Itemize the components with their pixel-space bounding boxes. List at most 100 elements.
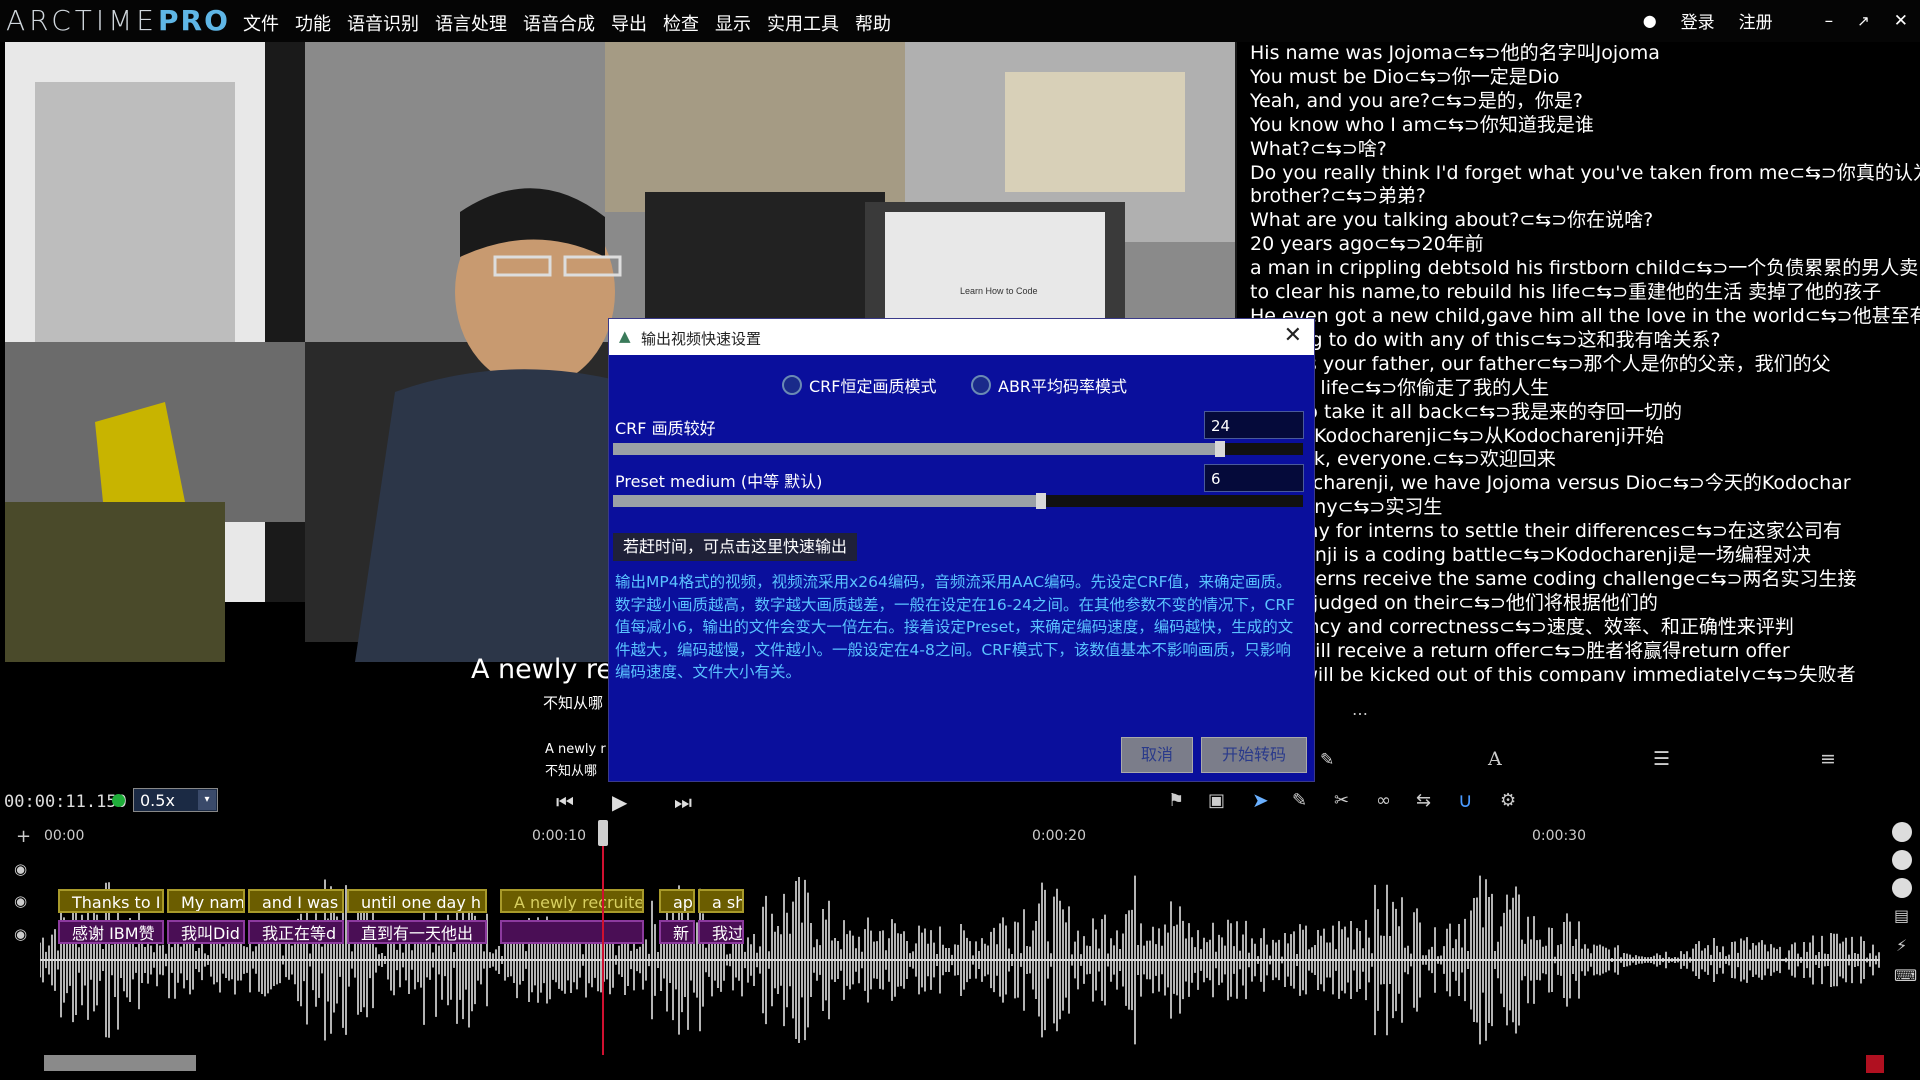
close-icon[interactable]: ✕ [1284, 323, 1302, 348]
subtitle-list-item[interactable]: ole my life⊂⇆⊃你偷走了我的人生 [1250, 377, 1920, 401]
segment-en[interactable]: Thanks to I [58, 889, 164, 913]
keyboard-icon[interactable]: ⌨ [1894, 966, 1917, 985]
subtitle-list-item[interactable]: efficiency and correctness⊂⇆⊃速度、效率、和正确性来… [1250, 616, 1920, 640]
radio-crf[interactable] [782, 375, 802, 395]
menu-speech-recognition[interactable]: 语音识别 [347, 10, 419, 36]
subtitle-list-item[interactable]: You must be Dio⊂⇆⊃你一定是Dio [1250, 66, 1920, 90]
edit-icon[interactable]: ✎ [1292, 790, 1307, 811]
segment-zh[interactable]: 新 [659, 920, 695, 944]
playhead-handle[interactable] [598, 820, 608, 846]
zoom-in-icon[interactable] [1892, 822, 1912, 842]
radio-crf-label[interactable]: CRF恒定画质模式 [809, 373, 937, 397]
menu-speech-synthesis[interactable]: 语音合成 [523, 10, 595, 36]
preset-slider-thumb[interactable] [1036, 493, 1046, 509]
menu-check[interactable]: 检查 [663, 10, 699, 36]
start-transcode-button[interactable]: 开始转码 [1201, 737, 1307, 773]
subtitle-list-item[interactable]: an was your father, our father⊂⇆⊃那个人是你的父… [1250, 353, 1920, 377]
subtitle-list-item[interactable]: You know who I am⊂⇆⊃你知道我是谁 [1250, 114, 1920, 138]
radio-abr-label[interactable]: ABR平均码率模式 [998, 373, 1127, 397]
more-icon[interactable]: … [1352, 700, 1368, 719]
crf-value-input[interactable]: 24 [1204, 411, 1304, 439]
segment-en[interactable]: a sh [698, 889, 744, 913]
bookmark-icon[interactable]: ⚑ [1168, 790, 1184, 811]
eye-icon[interactable]: ◉ [14, 860, 27, 878]
segment-zh[interactable]: 我过 [698, 920, 744, 944]
waveform-icon[interactable]: ▤ [1894, 906, 1909, 925]
register-link[interactable]: 注册 [1739, 8, 1773, 33]
segment-en[interactable]: and I was [248, 889, 344, 913]
settings-sliders-icon[interactable]: ≡ [1820, 748, 1836, 770]
close-window-icon[interactable]: ✕ [1894, 11, 1908, 31]
menu-file[interactable]: 文件 [243, 10, 279, 36]
zoom-out-icon[interactable] [1892, 850, 1912, 870]
subtitle-list-item[interactable]: ne back, everyone.⊂⇆⊃欢迎回来 [1250, 448, 1920, 472]
segment-en[interactable]: My nam [167, 889, 245, 913]
subtitle-list-item[interactable]: What?⊂⇆⊃啥? [1250, 138, 1920, 162]
subtitle-list-item[interactable]: s Kodocharenji, we have Jojoma versus Di… [1250, 472, 1920, 496]
segment-en-selected[interactable]: A newly recruite [500, 889, 644, 913]
subtitle-list-item[interactable]: one way for interns to settle their diff… [1250, 520, 1920, 544]
eye-icon[interactable]: ◉ [14, 892, 27, 910]
segment-zh[interactable] [500, 920, 644, 944]
subtitle-list-item[interactable]: ocharenji is a coding battle⊂⇆⊃Kodochare… [1250, 544, 1920, 568]
menu-display[interactable]: 显示 [715, 10, 751, 36]
swap-icon[interactable]: ⇆ [1416, 790, 1431, 811]
subtitle-list-item[interactable]: His name was Jojoma⊂⇆⊃他的名字叫Jojoma [1250, 42, 1920, 66]
fit-icon[interactable] [1892, 878, 1912, 898]
camera-icon[interactable]: ▣ [1208, 790, 1225, 811]
subtitle-list-item[interactable]: a man in crippling debtsold his firstbor… [1250, 257, 1920, 281]
cancel-button[interactable]: 取消 [1121, 737, 1193, 773]
segment-zh[interactable]: 直到有一天他出 [347, 920, 487, 944]
flash-icon[interactable]: ⚡ [1896, 936, 1907, 955]
subtitle-list-item[interactable]: loser will be kicked out of this company… [1250, 664, 1920, 682]
radio-abr[interactable] [971, 375, 991, 395]
playhead[interactable] [602, 820, 604, 1055]
menu-function[interactable]: 功能 [295, 10, 331, 36]
segment-zh[interactable]: 感谢 IBM赞 [58, 920, 164, 944]
preset-slider[interactable] [613, 493, 1303, 509]
menu-export[interactable]: 导出 [611, 10, 647, 36]
record-indicator[interactable] [1866, 1055, 1884, 1073]
crf-slider[interactable] [613, 441, 1303, 457]
segment-zh[interactable]: 我正在等d [248, 920, 344, 944]
subtitle-list-item[interactable]: 20 years ago⊂⇆⊃20年前 [1250, 233, 1920, 257]
subtitle-list-item[interactable]: with a Kodocharenji⊂⇆⊃从Kodocharenji开始 [1250, 425, 1920, 449]
quick-output-button[interactable]: 若赶时间，可点击这里快速输出 [613, 533, 858, 561]
magnet-icon[interactable]: ∪ [1458, 788, 1473, 812]
prev-icon[interactable]: ⏮ [556, 790, 574, 814]
subtitle-list-item[interactable]: to clear his name,to rebuild his life⊂⇆⊃… [1250, 281, 1920, 305]
subtitle-list-item[interactable]: company⊂⇆⊃实习生 [1250, 496, 1920, 520]
menu-tools[interactable]: 实用工具 [767, 10, 839, 36]
menu-language[interactable]: 语言处理 [435, 10, 507, 36]
add-track-icon[interactable]: + [16, 826, 31, 847]
scissors-icon[interactable]: ✂ [1334, 790, 1349, 811]
subtitle-list-item[interactable]: brother?⊂⇆⊃弟弟? [1250, 185, 1920, 209]
speed-dropdown-icon[interactable]: ▾ [198, 790, 216, 810]
subtitle-list-item[interactable]: Yeah, and you are?⊂⇆⊃是的，你是? [1250, 90, 1920, 114]
gear-icon[interactable]: ⚙ [1500, 790, 1516, 811]
menu-help[interactable]: 帮助 [855, 10, 891, 36]
subtitle-list-item[interactable]: Do you really think I'd forget what you'… [1250, 162, 1920, 186]
segment-en[interactable]: ap [659, 889, 695, 913]
segment-zh[interactable]: 我叫Did [167, 920, 245, 944]
minimize-icon[interactable]: – [1825, 11, 1834, 31]
next-icon[interactable]: ⏭ [674, 790, 692, 814]
subtitle-list-item[interactable]: nner will receive a return offer⊂⇆⊃胜者将赢得… [1250, 640, 1920, 664]
maximize-icon[interactable]: ↗ [1857, 12, 1870, 30]
pointer-icon[interactable]: ➤ [1252, 788, 1269, 812]
timeline-scrollbar[interactable] [44, 1055, 196, 1071]
list-icon[interactable]: ☰ [1653, 748, 1670, 770]
subtitle-list-item[interactable]: nothing to do with any of this⊂⇆⊃这和我有啥关系… [1250, 329, 1920, 353]
login-link[interactable]: 登录 [1681, 8, 1715, 33]
subtitle-list[interactable]: His name was Jojoma⊂⇆⊃他的名字叫Jojoma You mus… [1250, 42, 1920, 682]
subtitle-list-item[interactable]: two interns receive the same coding chal… [1250, 568, 1920, 592]
crf-slider-thumb[interactable] [1215, 441, 1225, 457]
link-icon[interactable]: ∞ [1376, 790, 1391, 811]
subtitle-list-item[interactable]: vill be judged on their⊂⇆⊃他们将根据他们的 [1250, 592, 1920, 616]
comment-icon[interactable]: ✎ [1320, 750, 1334, 770]
segment-en[interactable]: until one day h [347, 889, 487, 913]
preset-value-input[interactable]: 6 [1204, 464, 1304, 492]
subtitle-list-item[interactable]: here to take it all back⊂⇆⊃我是来的夺回一切的 [1250, 401, 1920, 425]
play-icon[interactable]: ▶ [612, 790, 627, 814]
subtitle-list-item[interactable]: He even got a new child,gave him all the… [1250, 305, 1920, 329]
